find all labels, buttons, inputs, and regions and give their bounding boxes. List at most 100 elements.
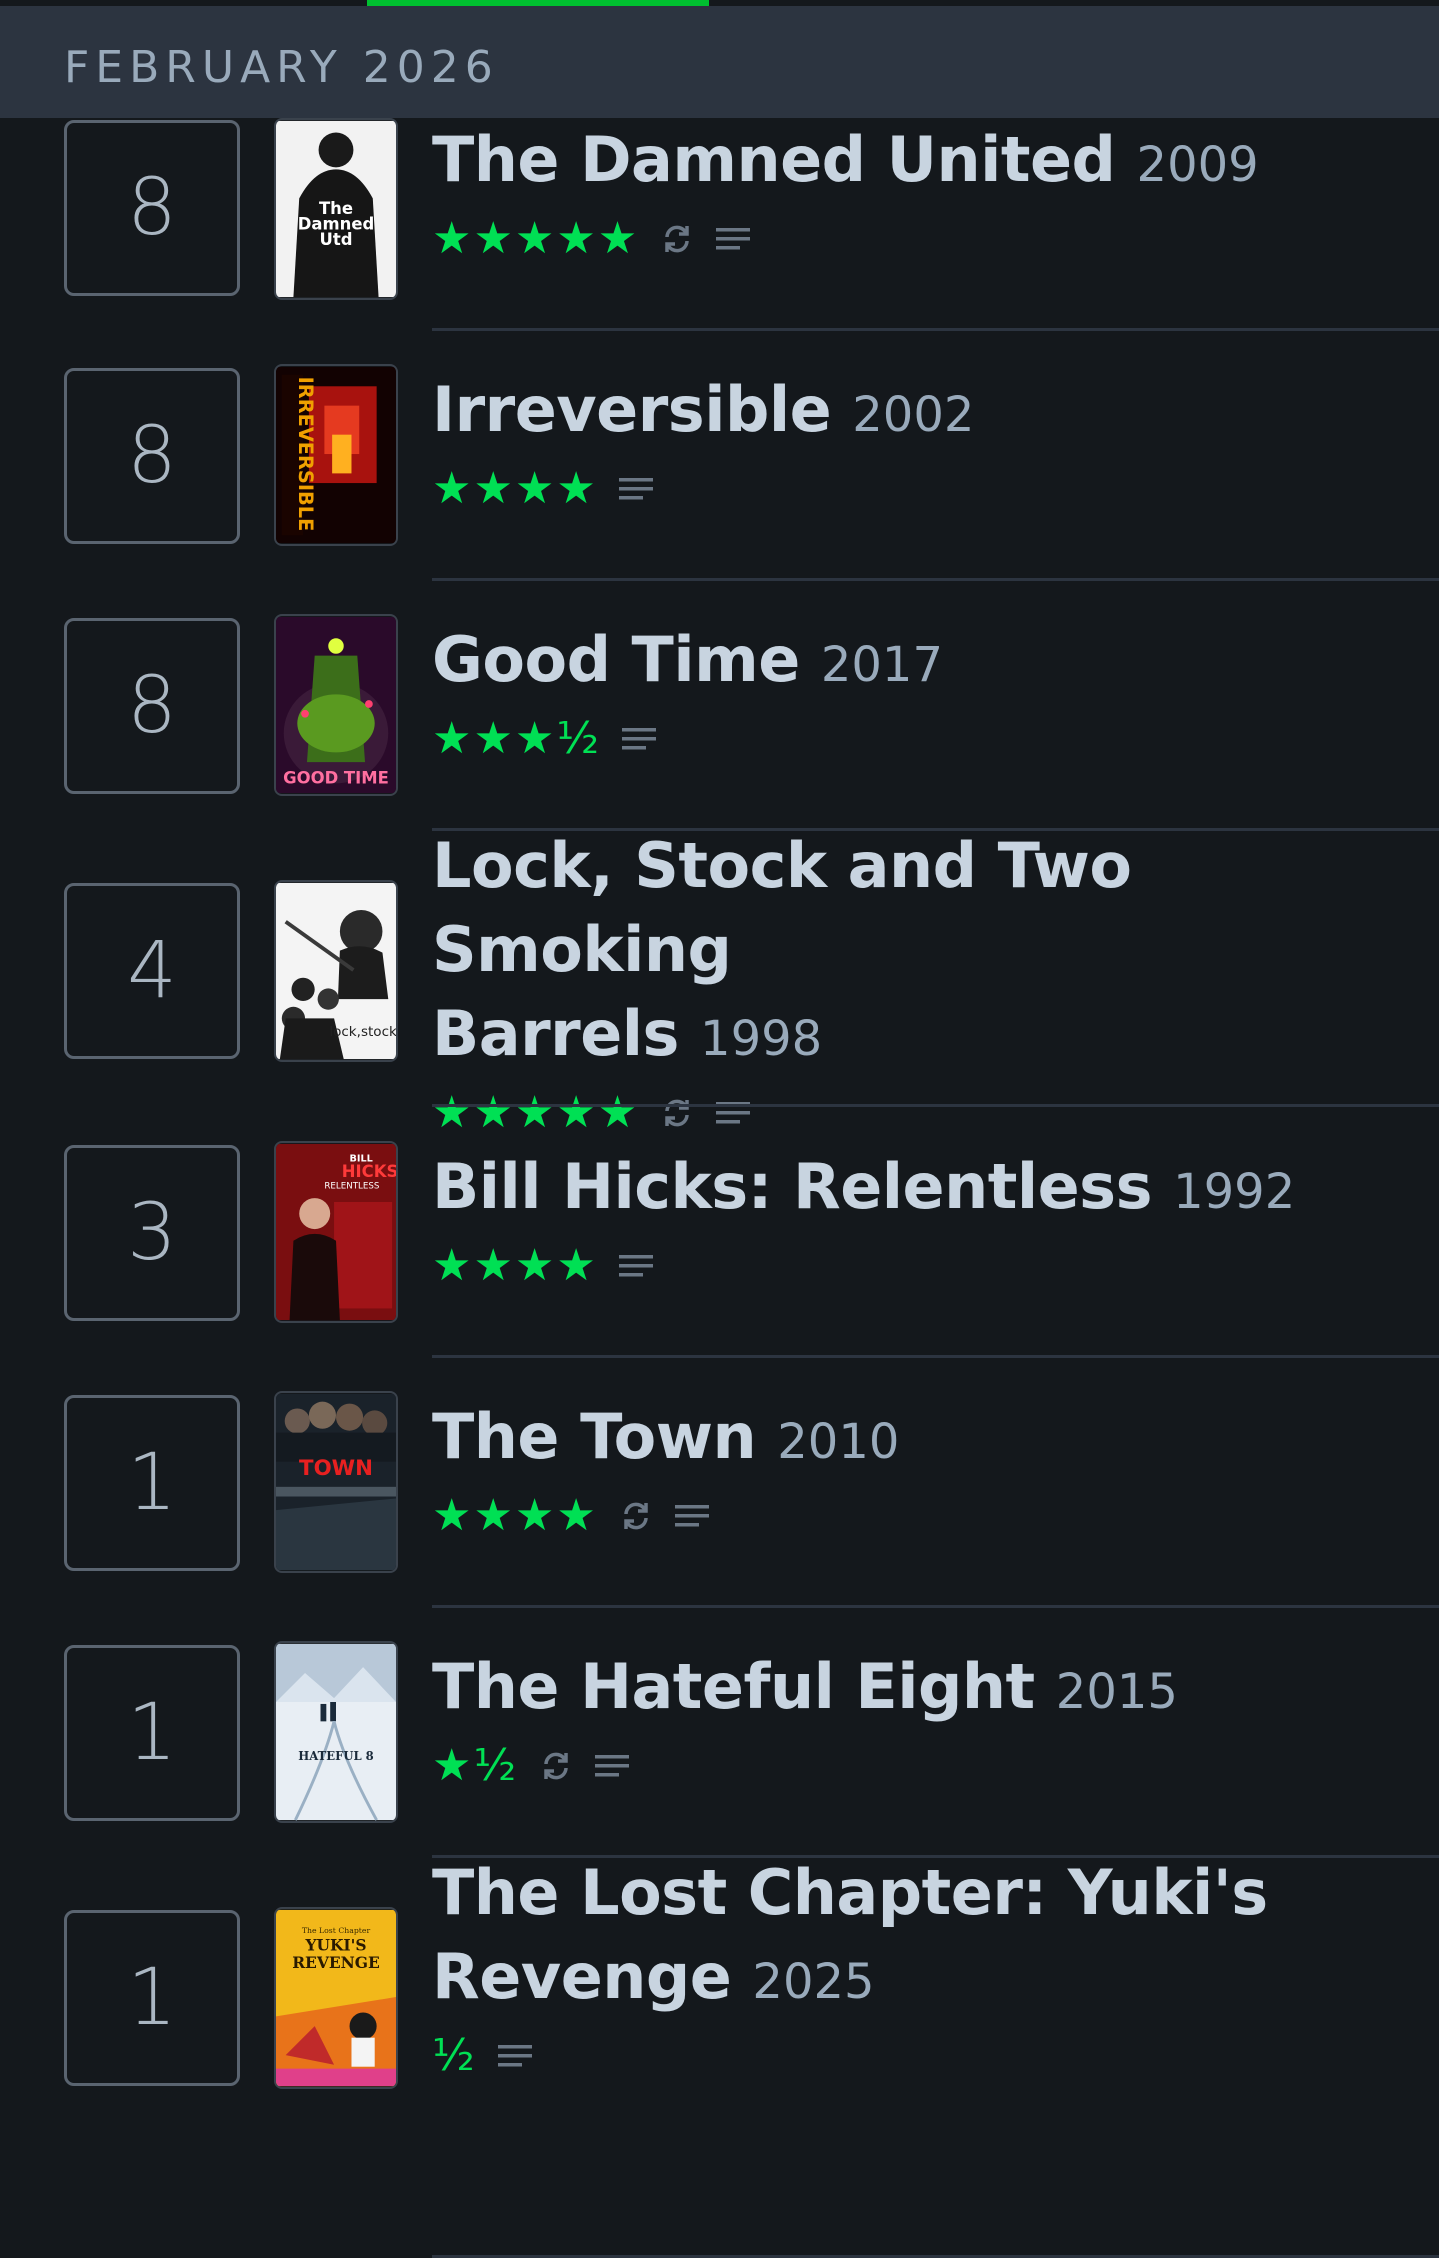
film-year[interactable]: 2025 <box>752 1954 874 2010</box>
entry-meta: ★★★★ <box>432 1238 1399 1294</box>
film-title[interactable]: The Town <box>432 1400 757 1473</box>
film-title-line[interactable]: The Lost Chapter: Yuki's Revenge 2025 <box>432 1851 1399 2024</box>
star-rating: ★½ <box>432 1740 519 1791</box>
star-rating: ½ <box>432 2030 477 2081</box>
film-title-continued[interactable]: Revenge <box>432 1940 732 2013</box>
film-title-continued[interactable]: Barrels <box>432 997 679 1070</box>
svg-text:The Lost Chapter: The Lost Chapter <box>302 1926 371 1935</box>
film-year[interactable]: 1992 <box>1173 1164 1295 1220</box>
month-heading: FEBRUARY 2026 <box>64 42 499 93</box>
film-poster[interactable]: IRREVERSIBLE <box>274 364 398 546</box>
film-title[interactable]: Lock, Stock and Two Smoking <box>432 829 1132 986</box>
film-year[interactable]: 1998 <box>700 1011 822 1067</box>
star-rating: ★★★★★ <box>432 213 640 264</box>
film-title[interactable]: Bill Hicks: Relentless <box>432 1150 1152 1223</box>
film-poster[interactable]: GOOD TIME <box>274 614 398 796</box>
film-poster[interactable]: lock,stock <box>274 880 398 1062</box>
rewatch-icon <box>659 221 695 257</box>
review-lines-icon[interactable] <box>618 471 654 507</box>
day-box[interactable]: 3 <box>64 1145 240 1321</box>
film-poster[interactable]: TOWN <box>274 1391 398 1573</box>
review-lines-icon[interactable] <box>715 1095 751 1131</box>
day-box[interactable]: 8 <box>64 368 240 544</box>
film-title[interactable]: The Hateful Eight <box>432 1650 1035 1723</box>
svg-text:lock,stock: lock,stock <box>329 1024 396 1040</box>
entry-divider <box>432 328 1439 331</box>
film-year[interactable]: 2009 <box>1137 137 1259 193</box>
film-poster[interactable]: BILL HICKS RELENTLESS <box>274 1141 398 1323</box>
entry-meta: ★★★★ <box>432 1488 1399 1544</box>
day-box[interactable]: 1 <box>64 1395 240 1571</box>
film-title[interactable]: The Damned United <box>432 123 1116 196</box>
review-lines-icon[interactable] <box>715 221 751 257</box>
review-lines-icon[interactable] <box>497 2038 533 2074</box>
star-rating: ★★★★★ <box>432 1087 640 1138</box>
film-title[interactable]: The Lost Chapter: Yuki's <box>432 1856 1268 1929</box>
svg-text:GOOD TIME: GOOD TIME <box>283 768 389 787</box>
star-rating: ★★★★ <box>432 1490 598 1541</box>
film-title-line[interactable]: Lock, Stock and Two Smoking Barrels 1998 <box>432 824 1399 1081</box>
entry-meta: ★½ <box>432 1738 1399 1794</box>
entry-info: Bill Hicks: Relentless 1992 ★★★★ <box>432 1145 1399 1294</box>
good-time-poster: GOOD TIME <box>276 616 396 794</box>
film-poster[interactable]: The Damned Utd <box>274 118 398 300</box>
month-section-header: FEBRUARY 2026 <box>0 6 1439 118</box>
entry-meta: ★★★★★ <box>432 1085 1399 1141</box>
star-rating: ★★★½ <box>432 713 601 764</box>
film-year[interactable]: 2010 <box>777 1414 899 1470</box>
entry-info: The Hateful Eight 2015 ★½ <box>432 1645 1399 1794</box>
entry-divider <box>432 1104 1439 1107</box>
the-town-poster: TOWN <box>276 1393 396 1571</box>
day-box[interactable]: 8 <box>64 120 240 296</box>
the-damned-united-poster: The Damned Utd <box>276 120 396 298</box>
film-title-line[interactable]: The Town 2010 <box>432 1395 1399 1484</box>
svg-text:RELENTLESS: RELENTLESS <box>324 1181 380 1191</box>
review-lines-icon[interactable] <box>594 1748 630 1784</box>
svg-text:HATEFUL 8: HATEFUL 8 <box>298 1749 373 1763</box>
film-poster[interactable]: HATEFUL 8 <box>274 1641 398 1823</box>
yukis-revenge-poster: The Lost Chapter YUKI'S REVENGE <box>276 1909 396 2087</box>
lock-stock-poster: lock,stock <box>276 882 396 1060</box>
svg-text:HICKS: HICKS <box>342 1162 396 1181</box>
film-title-line[interactable]: Irreversible 2002 <box>432 368 1399 457</box>
day-box[interactable]: 8 <box>64 618 240 794</box>
film-title-line[interactable]: The Hateful Eight 2015 <box>432 1645 1399 1734</box>
film-title-line[interactable]: Bill Hicks: Relentless 1992 <box>432 1145 1399 1234</box>
entry-info: The Town 2010 ★★★★ <box>432 1395 1399 1544</box>
day-box[interactable]: 1 <box>64 1645 240 1821</box>
film-title-line[interactable]: Good Time 2017 <box>432 618 1399 707</box>
svg-text:REVENGE: REVENGE <box>292 1953 380 1972</box>
day-box[interactable]: 4 <box>64 883 240 1059</box>
bill-hicks-relentless-poster: BILL HICKS RELENTLESS <box>276 1143 396 1321</box>
entry-meta: ★★★½ <box>432 711 1399 767</box>
film-title[interactable]: Good Time <box>432 623 800 696</box>
svg-text:IRREVERSIBLE: IRREVERSIBLE <box>294 377 317 532</box>
entry-meta: ★★★★ <box>432 461 1399 517</box>
svg-text:TOWN: TOWN <box>299 1456 373 1481</box>
film-title-line[interactable]: The Damned United 2009 <box>432 118 1399 207</box>
entry-info: Irreversible 2002 ★★★★ <box>432 368 1399 517</box>
entry-divider <box>432 1605 1439 1608</box>
film-year[interactable]: 2002 <box>852 387 974 443</box>
entry-info: Good Time 2017 ★★★½ <box>432 618 1399 767</box>
rewatch-icon <box>618 1498 654 1534</box>
rewatch-icon <box>538 1748 574 1784</box>
film-year[interactable]: 2015 <box>1056 1664 1178 1720</box>
review-lines-icon[interactable] <box>621 721 657 757</box>
entry-divider <box>432 578 1439 581</box>
star-rating: ★★★★ <box>432 463 598 514</box>
entry-meta: ★★★★★ <box>432 211 1399 267</box>
star-rating: ★★★★ <box>432 1240 598 1291</box>
entry-meta: ½ <box>432 2028 1399 2084</box>
film-year[interactable]: 2017 <box>821 637 943 693</box>
entry-divider <box>432 1355 1439 1358</box>
entry-info: The Damned United 2009 ★★★★★ <box>432 118 1399 267</box>
entry-info: The Lost Chapter: Yuki's Revenge 2025 ½ <box>432 1851 1399 2084</box>
the-hateful-eight-poster: HATEFUL 8 <box>276 1643 396 1821</box>
review-lines-icon[interactable] <box>618 1248 654 1284</box>
film-poster[interactable]: The Lost Chapter YUKI'S REVENGE <box>274 1907 398 2089</box>
entry-info: Lock, Stock and Two Smoking Barrels 1998 … <box>432 824 1399 1141</box>
review-lines-icon[interactable] <box>674 1498 710 1534</box>
day-box[interactable]: 1 <box>64 1910 240 2086</box>
film-title[interactable]: Irreversible <box>432 373 832 446</box>
